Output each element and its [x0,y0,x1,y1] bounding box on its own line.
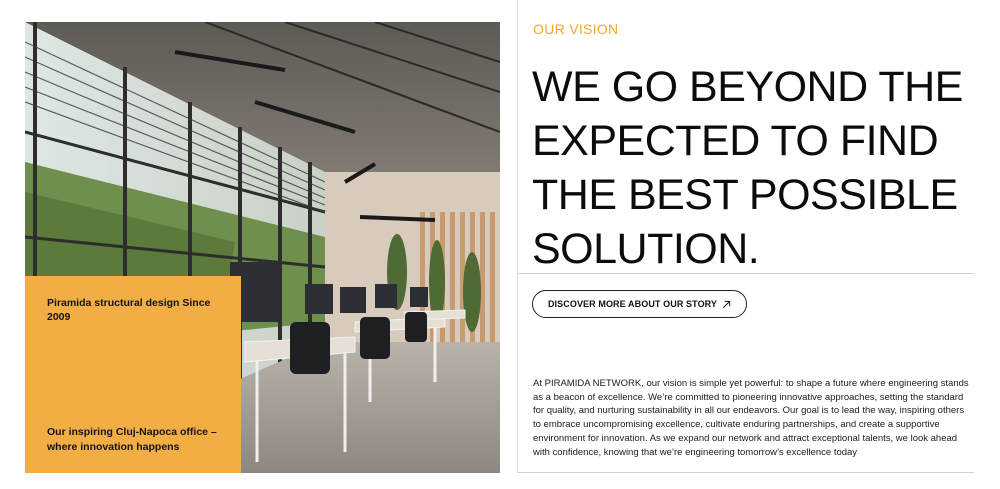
caption-office-text: Our inspiring Cluj-Napoca office – where… [47,426,217,453]
arrow-up-right-icon [723,300,731,308]
vision-body-text: At PIRAMIDA NETWORK, our vision is simpl… [533,378,969,458]
vision-headline: WE GO BEYOND THE EXPECTED TO FIND THE BE… [532,60,992,276]
headline-line: SOLUTION. [532,225,760,273]
column-divider [517,0,518,472]
discover-story-button[interactable]: DISCOVER MORE ABOUT OUR STORY [532,290,747,318]
headline-line: WE GO BEYOND THE [532,63,963,111]
caption-card: Piramida structural design Since 2009 Ou… [25,276,241,473]
discover-story-label: DISCOVER MORE ABOUT OUR STORY [547,299,718,309]
bottom-divider [517,472,974,473]
section-eyebrow: OUR VISION [533,21,619,37]
headline-line: EXPECTED TO FIND [532,117,939,165]
caption-since-text: Piramida structural design Since 2009 [47,297,211,323]
headline-line: THE BEST POSSIBLE [532,171,958,219]
